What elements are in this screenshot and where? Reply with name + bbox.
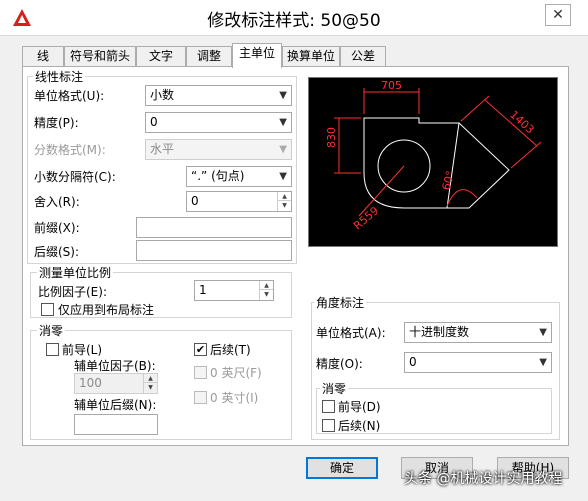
scale-factor-input[interactable]: 1 ▲ ▼ [194, 280, 274, 301]
angular-precision-label: 精度(O): [316, 357, 363, 371]
layout-only-label: 仅应用到布局标注 [58, 303, 155, 317]
decimal-separator-select[interactable]: “.” (句点) ▼ [186, 166, 292, 187]
leading-label: 前导(L) [62, 343, 103, 357]
trailing-label: 后续(T) [210, 343, 251, 357]
suffix-label: 后缀(S): [34, 245, 80, 259]
tab-text[interactable]: 文字 [136, 46, 186, 66]
chevron-down-icon: ▼ [539, 327, 547, 338]
angular-trailing-checkbox[interactable] [322, 419, 335, 432]
spinner-icon[interactable]: ▲ ▼ [277, 192, 291, 211]
inches-label: 0 英寸(I) [210, 391, 259, 405]
tab-fit[interactable]: 调整 [186, 46, 232, 66]
chevron-down-icon: ▼ [539, 357, 547, 368]
roundoff-input[interactable]: 0 ▲ ▼ [186, 191, 292, 212]
angular-trailing-label: 后续(N) [338, 419, 381, 433]
chevron-down-icon: ▼ [279, 90, 287, 101]
angular-unit-format-select[interactable]: 十进制度数 ▼ [404, 322, 552, 343]
prefix-input[interactable] [136, 217, 292, 238]
tab-tolerances[interactable]: 公差 [340, 46, 386, 66]
spinner-icon: ▲ ▼ [143, 374, 157, 393]
tab-lines[interactable]: 线 [22, 46, 64, 66]
angular-zero-suppression-legend: 消零 [320, 380, 349, 397]
inches-checkbox [194, 391, 207, 404]
prefix-label: 前缀(X): [34, 221, 80, 235]
angular-precision-select[interactable]: 0 ▼ [404, 352, 552, 373]
angular-leading-checkbox[interactable] [322, 400, 335, 413]
fraction-format-label: 分数格式(M): [34, 143, 106, 157]
zero-suppression-legend: 消零 [37, 322, 66, 339]
unit-format-label: 单位格式(U): [34, 89, 105, 103]
trailing-checkbox[interactable]: ✔ [194, 343, 207, 356]
dimension-preview: 705 830 1403 60° R559 [308, 77, 558, 247]
tab-primary-units[interactable]: 主单位 [232, 43, 282, 68]
spinner-icon[interactable]: ▲ ▼ [259, 281, 273, 300]
unit-format-select[interactable]: 小数 ▼ [145, 85, 292, 106]
measurement-scale-legend: 测量单位比例 [37, 264, 114, 281]
feet-checkbox [194, 366, 207, 379]
angular-dimensions-legend: 角度标注 [314, 294, 367, 311]
precision-select[interactable]: 0 ▼ [145, 112, 292, 133]
linear-dimensions-legend: 线性标注 [33, 68, 86, 85]
title-bar: 修改标注样式: 50@50 ✕ [0, 0, 588, 36]
preview-drawing: 705 830 1403 60° R559 [325, 79, 542, 233]
sub-unit-factor-label: 辅单位因子(B): [74, 359, 156, 373]
sub-unit-suffix-label: 辅单位后缀(N): [74, 398, 157, 412]
dim-angle-text: 60° [440, 169, 458, 191]
checkmark-icon: ✔ [195, 343, 206, 356]
layout-only-checkbox[interactable] [41, 303, 54, 316]
close-button[interactable]: ✕ [545, 4, 571, 26]
precision-label: 精度(P): [34, 116, 79, 130]
chevron-down-icon: ▼ [279, 171, 287, 182]
feet-label: 0 英尺(F) [210, 366, 262, 380]
roundoff-label: 舍入(R): [34, 195, 80, 209]
tab-symbols-arrows[interactable]: 符号和箭头 [64, 46, 136, 66]
chevron-down-icon: ▼ [279, 117, 287, 128]
sub-unit-suffix-input[interactable] [74, 414, 158, 435]
close-icon: ✕ [552, 7, 564, 23]
watermark-text: 头条 @机械设计实用教程 [404, 471, 563, 487]
dim-left-text: 830 [325, 127, 338, 148]
ok-button[interactable]: 确定 [306, 457, 378, 479]
suffix-input[interactable] [136, 240, 292, 261]
angular-unit-format-label: 单位格式(A): [316, 326, 386, 340]
fraction-format-select: 水平 ▼ [145, 139, 292, 160]
window-title: 修改标注样式: 50@50 [207, 11, 381, 31]
chevron-down-icon: ▼ [279, 144, 287, 155]
decimal-separator-label: 小数分隔符(C): [34, 170, 116, 184]
tab-alternate-units[interactable]: 换算单位 [282, 46, 340, 66]
scale-factor-label: 比例因子(E): [38, 285, 107, 299]
angular-leading-label: 前导(D) [338, 400, 381, 414]
leading-checkbox[interactable] [46, 343, 59, 356]
sub-unit-factor-input: 100 ▲ ▼ [74, 373, 158, 394]
dim-top-text: 705 [381, 79, 402, 92]
